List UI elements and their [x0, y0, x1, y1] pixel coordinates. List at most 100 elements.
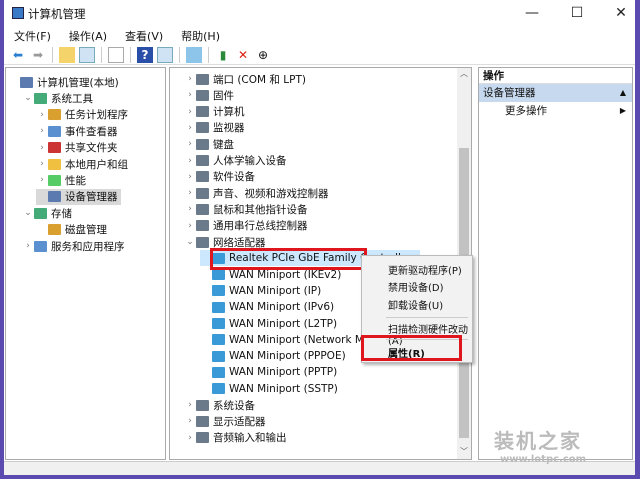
device-category[interactable]: › 键盘 [184, 136, 234, 152]
device-category[interactable]: › 监视器 [184, 120, 245, 136]
device-icon [196, 138, 209, 150]
scroll-up-icon[interactable]: ︿ [457, 68, 471, 79]
nav-item[interactable]: › 事件查看器 [36, 123, 118, 139]
device-icon [196, 220, 209, 232]
update-driver-icon[interactable]: ⊕ [255, 47, 271, 63]
properties-icon[interactable] [108, 46, 124, 63]
device-category[interactable]: › 固件 [184, 87, 234, 103]
expand-arrow-icon[interactable]: › [36, 143, 48, 153]
computer-management-window: 计算机管理 — ☐ ✕ 文件(F) 操作(A) 查看(V) 帮助(H) ⬅ ➡ … [4, 0, 635, 475]
device-category[interactable]: › 人体学输入设备 [184, 153, 287, 169]
nav-item[interactable]: › 本地用户和组 [36, 156, 128, 172]
enable-device-icon[interactable]: ▮ [215, 47, 231, 63]
menu-action[interactable]: 操作(A) [69, 28, 107, 44]
actions-section-device-manager[interactable]: 设备管理器 ▲ [479, 84, 632, 102]
nav-item[interactable]: 设备管理器 [36, 188, 121, 205]
expand-arrow-icon[interactable]: › [184, 204, 196, 214]
device-category[interactable]: › 音频输入和输出 [184, 430, 287, 446]
menu-view[interactable]: 查看(V) [125, 28, 163, 44]
device-label: 键盘 [213, 138, 234, 151]
watermark-name: 装机之家 [494, 429, 582, 453]
expand-arrow-icon[interactable]: › [36, 110, 48, 120]
node-icon [48, 191, 61, 203]
device-label: 计算机 [213, 106, 245, 119]
up-folder-icon[interactable] [59, 46, 75, 63]
watermark: 装机之家 www.lotpc.com [494, 425, 586, 465]
device-icon [196, 89, 209, 101]
expand-arrow-icon[interactable]: › [184, 433, 196, 443]
device-label: 声音、视频和游戏控制器 [213, 187, 329, 200]
highlight-box-adapter [210, 248, 367, 270]
expand-arrow-icon[interactable]: › [184, 90, 196, 100]
menu-disable-device[interactable]: 禁用设备(D) [388, 279, 444, 294]
minimize-button[interactable]: — [522, 4, 542, 22]
action-pane-icon[interactable] [157, 46, 173, 63]
nav-item[interactable]: › 任务计划程序 [36, 107, 128, 123]
menu-help[interactable]: 帮助(H) [181, 28, 220, 44]
more-actions-item[interactable]: 更多操作 ▶ [479, 102, 632, 120]
maximize-button[interactable]: ☐ [567, 4, 587, 22]
actions-header: 操作 [479, 68, 632, 84]
nav-item[interactable]: › 性能 [36, 172, 86, 188]
menu-update-driver[interactable]: 更新驱动程序(P) [388, 262, 462, 277]
nav-item[interactable]: ⌄ 系统工具 [22, 90, 93, 106]
expand-arrow-icon[interactable]: › [184, 156, 196, 166]
nav-item[interactable]: › 共享文件夹 [36, 140, 118, 156]
network-adapter-item[interactable]: WAN Miniport (IP) [200, 283, 321, 299]
expand-arrow-icon[interactable]: › [36, 175, 48, 185]
device-category[interactable]: › 显示适配器 [184, 413, 266, 429]
device-label: WAN Miniport (IP) [229, 284, 322, 297]
expand-arrow-icon[interactable]: ⌄ [22, 208, 34, 218]
expand-arrow-icon[interactable]: › [184, 221, 196, 231]
expand-arrow-icon[interactable]: › [22, 241, 34, 251]
node-icon [48, 125, 61, 137]
expand-arrow-icon[interactable]: › [184, 400, 196, 410]
device-icon [196, 122, 209, 134]
submenu-arrow-icon: ▶ [619, 106, 626, 115]
menu-uninstall-device[interactable]: 卸载设备(U) [388, 297, 443, 312]
nav-item[interactable]: 磁盘管理 [36, 222, 107, 238]
menu-file[interactable]: 文件(F) [14, 28, 51, 44]
device-category[interactable]: › 端口 (COM 和 LPT) [184, 71, 306, 87]
device-category[interactable]: › 系统设备 [184, 397, 255, 413]
highlight-box-properties [361, 335, 462, 361]
close-button[interactable]: ✕ [611, 4, 631, 22]
nav-item[interactable]: ⌄ 存储 [22, 205, 72, 221]
expand-arrow-icon[interactable]: › [184, 188, 196, 198]
back-icon[interactable]: ⬅ [10, 47, 26, 63]
expand-arrow-icon[interactable]: › [184, 139, 196, 149]
nav-item-label: 服务和应用程序 [51, 240, 125, 253]
network-adapter-item[interactable]: WAN Miniport (PPPOE) [200, 348, 346, 364]
expand-arrow-icon[interactable]: › [36, 159, 48, 169]
uninstall-icon[interactable]: ✕ [235, 47, 251, 63]
device-category[interactable]: › 通用串行总线控制器 [184, 218, 308, 234]
monitor-icon[interactable] [186, 46, 202, 63]
device-category[interactable]: › 软件设备 [184, 169, 255, 185]
network-adapter-item[interactable]: WAN Miniport (PPTP) [200, 364, 337, 380]
device-category[interactable]: › 声音、视频和游戏控制器 [184, 185, 329, 201]
show-tree-icon[interactable] [79, 46, 95, 63]
forward-icon[interactable]: ➡ [30, 47, 46, 63]
expand-arrow-icon[interactable]: › [184, 107, 196, 117]
expand-arrow-icon[interactable]: › [184, 123, 196, 133]
expand-arrow-icon[interactable]: › [184, 172, 196, 182]
more-actions-label: 更多操作 [505, 105, 547, 117]
help-icon[interactable]: ? [137, 46, 153, 63]
device-category[interactable]: › 鼠标和其他指针设备 [184, 201, 308, 217]
scroll-down-icon[interactable]: ﹀ [457, 446, 471, 457]
nav-item-label: 共享文件夹 [65, 142, 118, 155]
network-adapter-item[interactable]: WAN Miniport (IPv6) [200, 299, 334, 315]
expand-arrow-icon[interactable]: › [184, 416, 196, 426]
device-label: 软件设备 [213, 171, 255, 184]
nav-item[interactable]: › 服务和应用程序 [22, 238, 125, 254]
expand-arrow-icon[interactable]: ⌄ [22, 93, 34, 103]
expand-arrow-icon[interactable]: › [184, 74, 196, 84]
network-adapter-item[interactable]: WAN Miniport (SSTP) [200, 381, 338, 397]
collapse-icon[interactable]: ▲ [620, 84, 626, 102]
network-adapter-item[interactable]: WAN Miniport (L2TP) [200, 316, 337, 332]
node-icon [34, 240, 47, 252]
expand-arrow-icon[interactable]: ⌄ [184, 237, 196, 247]
expand-arrow-icon[interactable]: › [36, 126, 48, 136]
device-category[interactable]: › 计算机 [184, 104, 245, 120]
nav-item[interactable]: 计算机管理(本地) [8, 74, 119, 90]
